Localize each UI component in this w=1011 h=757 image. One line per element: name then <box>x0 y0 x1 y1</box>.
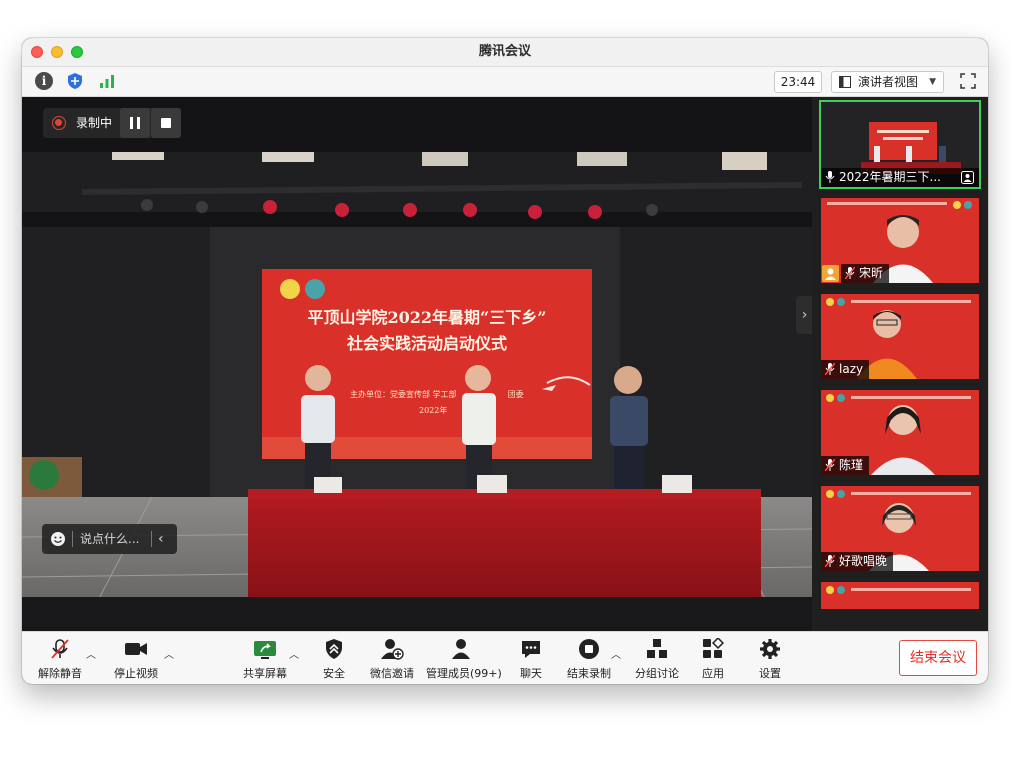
quick-chat-input[interactable]: 说点什么... ‹ <box>42 524 177 554</box>
banner-organizer-tail: 团委 <box>507 390 524 399</box>
unmute-button[interactable]: 解除静音 <box>36 638 84 682</box>
participant-tile[interactable] <box>821 582 979 609</box>
emoji-icon[interactable] <box>50 531 66 547</box>
stop-record-icon <box>579 639 599 659</box>
manage-members-button[interactable]: 管理成员(99+) <box>426 638 502 682</box>
wechat-invite-button[interactable]: 微信邀请 <box>366 638 418 682</box>
end-meeting-button[interactable]: 结束会议 <box>899 640 977 676</box>
gear-icon <box>760 639 780 659</box>
participant-name: lazy <box>839 362 864 376</box>
microphone-muted-icon <box>51 639 69 659</box>
main-video-stage: 平顶山学院2022年暑期“三下乡” 社会实践活动启动仪式 主办单位：党委宣传部 … <box>22 97 812 631</box>
window-title: 腾讯会议 <box>478 44 531 59</box>
participant-name-tag: 陈瑾 <box>821 456 870 475</box>
participant-name-tag: 宋昕 <box>841 264 890 283</box>
chat-bubble-icon <box>522 641 540 658</box>
manage-members-label: 管理成员(99+) <box>426 667 502 680</box>
apps-label: 应用 <box>702 667 724 680</box>
meeting-window: 腾讯会议 i 23:44 演讲者视图 ▼ 平顶山学院2022年暑期“三下乡” 社… <box>22 38 988 684</box>
title-bar: 腾讯会议 <box>22 38 988 67</box>
participant-name: 好歌唱晚 <box>839 554 888 568</box>
chat-placeholder: 说点什么... <box>80 532 140 546</box>
end-recording-label: 结束录制 <box>567 667 611 680</box>
pause-recording-button[interactable] <box>120 108 150 138</box>
breakout-rooms-icon <box>647 639 667 658</box>
divider <box>72 531 73 547</box>
network-signal-icon[interactable] <box>98 72 116 90</box>
video-camera-icon <box>125 643 147 655</box>
settings-button[interactable]: 设置 <box>755 638 785 682</box>
stop-icon <box>161 118 171 128</box>
banner-title-line1: 平顶山学院2022年暑期“三下乡” <box>307 308 547 327</box>
participant-name-tag: lazy <box>821 360 870 379</box>
chat-button[interactable]: 聊天 <box>516 638 546 682</box>
recording-indicator: 录制中 <box>43 108 181 138</box>
banner-organizer-text: 主办单位：党委宣传部 学工部 <box>350 390 457 399</box>
chevron-up-icon[interactable]: ︿ <box>86 646 96 661</box>
participant-video-list: 2022年暑期三下... 宋昕 lazy 陈瑾 好歌唱晚 <box>812 97 988 631</box>
stop-video-button[interactable]: 停止视频 <box>112 638 160 682</box>
microphone-icon <box>825 171 835 183</box>
participant-tile[interactable]: 2022年暑期三下... <box>821 102 979 187</box>
microphone-muted-icon <box>845 267 855 279</box>
banner-date: 2022年 <box>419 406 448 415</box>
view-mode-label: 演讲者视图 <box>858 75 919 89</box>
banner-organizer: 主办单位：党委宣传部 学工部 团委 <box>350 389 524 400</box>
stop-video-label: 停止视频 <box>114 667 158 680</box>
share-screen-label: 共享屏幕 <box>243 667 287 680</box>
microphone-muted-icon <box>825 363 835 375</box>
participant-name: 宋昕 <box>859 266 884 280</box>
chat-label: 聊天 <box>520 667 542 680</box>
apps-button[interactable]: 应用 <box>698 638 728 682</box>
invite-user-icon <box>381 639 404 660</box>
participant-name: 2022年暑期三下... <box>839 170 941 184</box>
security-shield-icon[interactable] <box>66 72 84 90</box>
meeting-timer: 23:44 <box>774 71 822 93</box>
breakout-rooms-label: 分组讨论 <box>635 667 679 680</box>
participant-tile[interactable]: 宋昕 <box>821 198 979 283</box>
share-screen-button[interactable]: 共享屏幕 <box>242 638 288 682</box>
chevron-left-icon[interactable]: ‹ <box>158 524 164 554</box>
shield-icon <box>326 639 342 659</box>
participant-tile[interactable]: 陈瑾 <box>821 390 979 475</box>
wechat-invite-label: 微信邀请 <box>370 667 414 680</box>
meeting-toolbar: 解除静音 ︿ 停止视频 ︿ 共享屏幕 ︿ 安全 微信邀请 管理成员(99+) 聊… <box>22 631 988 684</box>
collapse-sidebar-button[interactable]: › <box>796 296 813 334</box>
divider <box>151 531 152 547</box>
host-badge-icon <box>961 171 974 184</box>
chevron-up-icon[interactable]: ︿ <box>164 646 174 661</box>
recording-label: 录制中 <box>76 116 113 130</box>
chevron-up-icon[interactable]: ︿ <box>611 646 621 661</box>
breakout-rooms-button[interactable]: 分组讨论 <box>635 638 679 682</box>
fullscreen-icon[interactable] <box>960 73 976 89</box>
members-icon <box>452 639 470 659</box>
security-label: 安全 <box>323 667 345 680</box>
chevron-up-icon[interactable]: ︿ <box>289 646 299 661</box>
view-mode-dropdown[interactable]: 演讲者视图 ▼ <box>831 71 944 93</box>
recording-dot-icon <box>52 116 66 130</box>
chevron-down-icon: ▼ <box>929 77 936 87</box>
security-button[interactable]: 安全 <box>316 638 352 682</box>
settings-label: 设置 <box>759 667 781 680</box>
share-screen-icon <box>254 641 276 659</box>
banner-title-line2: 社会实践活动启动仪式 <box>346 334 507 353</box>
participant-tile[interactable]: lazy <box>821 294 979 379</box>
speaker-view-icon <box>839 76 851 88</box>
pause-icon <box>130 117 140 129</box>
end-recording-button[interactable]: 结束录制 <box>567 638 611 682</box>
participant-name-tag: 2022年暑期三下... <box>821 168 979 187</box>
meeting-info-bar: i 23:44 演讲者视图 ▼ <box>22 67 988 97</box>
apps-icon <box>703 638 724 658</box>
participant-name: 陈瑾 <box>839 458 864 472</box>
user-avatar-icon <box>822 265 839 282</box>
participant-video <box>821 582 979 609</box>
microphone-muted-icon <box>825 555 835 567</box>
unmute-label: 解除静音 <box>38 667 82 680</box>
participant-name-tag: 好歌唱晚 <box>821 552 894 571</box>
stop-recording-button[interactable] <box>151 108 181 138</box>
participant-tile[interactable]: 好歌唱晚 <box>821 486 979 571</box>
meeting-info-icon[interactable]: i <box>35 72 53 90</box>
microphone-muted-icon <box>825 459 835 471</box>
